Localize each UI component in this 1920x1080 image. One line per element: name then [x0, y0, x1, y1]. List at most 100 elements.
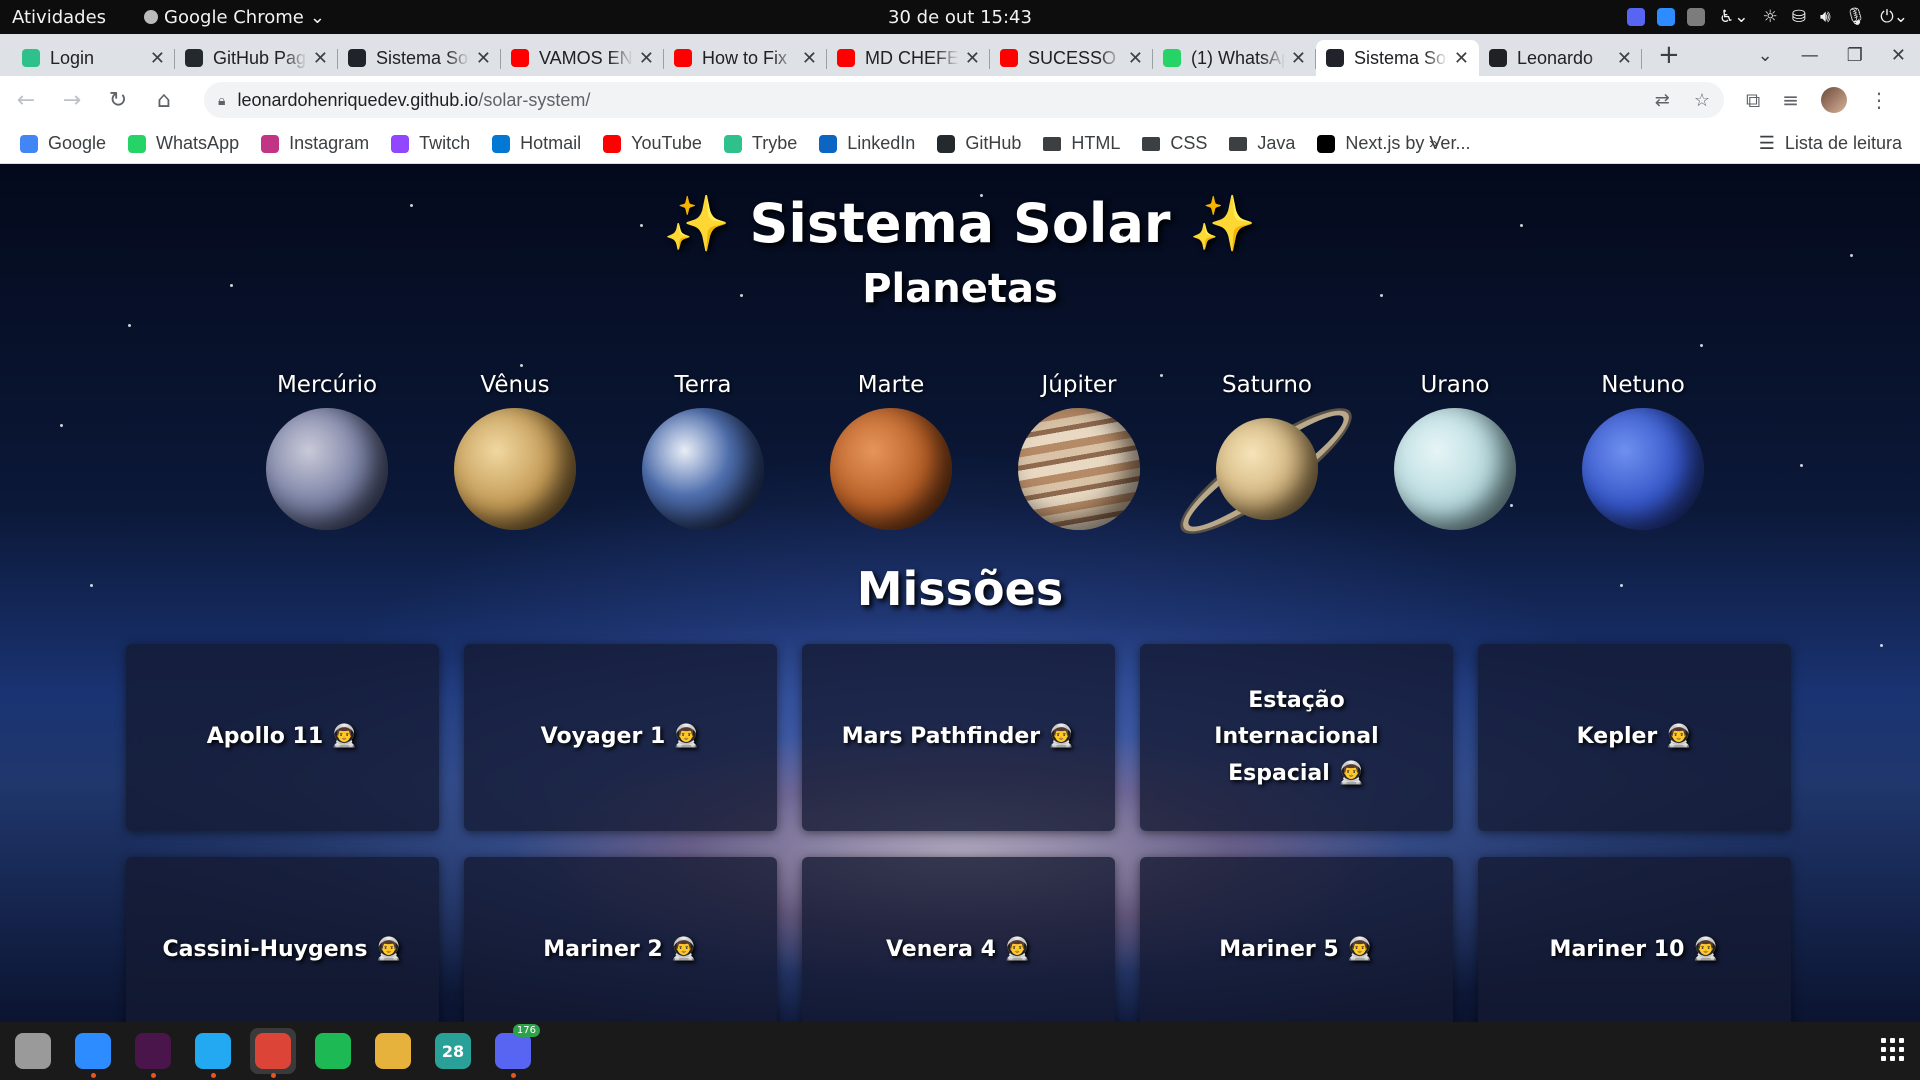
- close-tab-icon[interactable]: ✕: [313, 48, 328, 69]
- close-tab-icon[interactable]: ✕: [476, 48, 491, 69]
- running-indicator: [151, 1073, 156, 1078]
- planet-name: Terra: [674, 372, 732, 398]
- bookmark-star-icon[interactable]: ☆: [1694, 90, 1710, 111]
- close-tab-icon[interactable]: ✕: [1617, 48, 1632, 69]
- show-applications-icon[interactable]: [1881, 1038, 1904, 1061]
- bookmark-item[interactable]: GitHub: [937, 133, 1021, 154]
- reload-button[interactable]: ↻: [106, 88, 130, 113]
- planet-card[interactable]: Netuno: [1549, 372, 1737, 530]
- dock-app[interactable]: [70, 1028, 116, 1078]
- browser-tab[interactable]: GitHub Pages ✕: [175, 40, 338, 76]
- bookmark-item[interactable]: WhatsApp: [128, 133, 239, 154]
- profile-avatar[interactable]: [1821, 87, 1848, 113]
- mission-card[interactable]: Mars Pathfinder 👨‍🚀: [802, 644, 1115, 831]
- youtube-icon: [674, 49, 692, 67]
- app-menu[interactable]: Google Chrome ⌄: [144, 7, 325, 28]
- bookmark-item[interactable]: Trybe: [723, 133, 797, 154]
- planet-image: [1018, 408, 1140, 530]
- mission-card[interactable]: Venera 4 👨‍🚀: [802, 857, 1115, 1022]
- maximize-button[interactable]: ❐: [1847, 45, 1863, 66]
- close-tab-icon[interactable]: ✕: [1454, 48, 1469, 69]
- network-icon: ⛁: [1791, 7, 1806, 27]
- browser-tab[interactable]: Leonardo ✕: [1479, 40, 1642, 76]
- planet-name: Marte: [857, 372, 925, 398]
- bookmark-item[interactable]: HTML: [1043, 133, 1120, 154]
- zoom-icon: [75, 1033, 111, 1069]
- mission-card[interactable]: Cassini-Huygens 👨‍🚀: [126, 857, 439, 1022]
- minimize-button[interactable]: —: [1801, 45, 1819, 66]
- close-tab-icon[interactable]: ✕: [965, 48, 980, 69]
- close-tab-icon[interactable]: ✕: [1128, 48, 1143, 69]
- close-window-button[interactable]: ✕: [1891, 45, 1906, 66]
- slack-tray-icon[interactable]: [1687, 8, 1705, 26]
- translate-icon[interactable]: ⇄: [1655, 90, 1670, 111]
- notification-badge: 176: [512, 1024, 540, 1037]
- dock-app[interactable]: [130, 1028, 176, 1078]
- mission-card[interactable]: Apollo 11 👨‍🚀: [126, 644, 439, 831]
- dock-app[interactable]: [370, 1028, 416, 1074]
- browser-tab[interactable]: Sistema Solar ✕: [1316, 40, 1479, 76]
- planet-card[interactable]: Urano: [1361, 372, 1549, 530]
- browser-tab[interactable]: Sistema Solar ✕: [338, 40, 501, 76]
- zoom-tray-icon[interactable]: [1657, 8, 1675, 26]
- browser-tab[interactable]: MD CHEFE ✕: [827, 40, 990, 76]
- planet-card[interactable]: Júpiter: [985, 372, 1173, 530]
- browser-tab[interactable]: VAMOS ENTENDER ✕: [501, 40, 664, 76]
- close-tab-icon[interactable]: ✕: [639, 48, 654, 69]
- dock-app[interactable]: 28: [430, 1028, 476, 1074]
- bookmark-item[interactable]: CSS: [1142, 133, 1207, 154]
- browser-tab[interactable]: How to Fix ✕: [664, 40, 827, 76]
- bookmark-item[interactable]: LinkedIn: [819, 133, 915, 154]
- address-bar[interactable]: 🔒︎ leonardohenriquedev.github.io/solar-s…: [204, 82, 1724, 118]
- activities-button[interactable]: Atividades: [12, 7, 106, 28]
- mission-card[interactable]: Mariner 10 👨‍🚀: [1478, 857, 1791, 1022]
- back-button[interactable]: ←: [14, 88, 38, 113]
- planet-card[interactable]: Saturno: [1170, 372, 1362, 548]
- mission-card[interactable]: Voyager 1 👨‍🚀: [464, 644, 777, 831]
- close-tab-icon[interactable]: ✕: [1291, 48, 1306, 69]
- planet-card[interactable]: Vênus: [421, 372, 609, 530]
- power-icon[interactable]: ⏻⌄: [1880, 7, 1908, 27]
- planet-card[interactable]: Marte: [797, 372, 985, 530]
- more-bookmarks-button[interactable]: »: [1429, 135, 1438, 153]
- mission-card[interactable]: Kepler 👨‍🚀: [1478, 644, 1791, 831]
- new-tab-button[interactable]: +: [1658, 40, 1680, 70]
- tab-search-icon[interactable]: ⌄: [1758, 45, 1773, 66]
- mission-card[interactable]: Mariner 5 👨‍🚀: [1140, 857, 1453, 1022]
- close-tab-icon[interactable]: ✕: [802, 48, 817, 69]
- browser-tab[interactable]: Login ✕: [12, 40, 175, 76]
- close-tab-icon[interactable]: ✕: [150, 48, 165, 69]
- planet-name: Urano: [1420, 372, 1490, 398]
- dock-app[interactable]: [190, 1028, 236, 1078]
- dock-app[interactable]: [250, 1028, 296, 1078]
- lock-icon[interactable]: 🔒︎: [218, 92, 225, 109]
- kebab-menu-icon[interactable]: ⋮: [1869, 88, 1889, 112]
- bookmark-item[interactable]: Next.js by Ver...: [1317, 133, 1470, 154]
- dock-app[interactable]: 176: [490, 1024, 540, 1078]
- bookmark-item[interactable]: Twitch: [391, 133, 470, 154]
- planet-card[interactable]: Mercúrio: [233, 372, 421, 530]
- dock-app[interactable]: [310, 1028, 356, 1074]
- mission-card[interactable]: Estação Internacional Espacial 👨‍🚀: [1140, 644, 1453, 831]
- extensions-icon[interactable]: ⧉: [1746, 88, 1760, 112]
- dock-app[interactable]: [10, 1028, 56, 1074]
- running-indicator: [271, 1073, 276, 1078]
- planet-name: Saturno: [1222, 372, 1312, 398]
- planet-name: Vênus: [480, 372, 550, 398]
- bookmark-item[interactable]: YouTube: [603, 133, 702, 154]
- planet-card[interactable]: Terra: [609, 372, 797, 530]
- home-button[interactable]: ⌂: [152, 88, 176, 113]
- browser-tab[interactable]: SUCESSO ✕: [990, 40, 1153, 76]
- browser-tab[interactable]: (1) WhatsApp ✕: [1153, 40, 1316, 76]
- tab-title: MD CHEFE: [865, 47, 959, 68]
- bookmark-item[interactable]: Java: [1229, 133, 1295, 154]
- mission-card[interactable]: Mariner 2 👨‍🚀: [464, 857, 777, 1022]
- bookmark-item[interactable]: Hotmail: [492, 133, 581, 154]
- discord-tray-icon[interactable]: [1627, 8, 1645, 26]
- bookmark-item[interactable]: Google: [20, 133, 106, 154]
- bookmark-item[interactable]: Instagram: [261, 133, 369, 154]
- forward-button[interactable]: →: [60, 88, 84, 113]
- accessibility-icon[interactable]: ♿︎⌄: [1719, 7, 1748, 27]
- media-control-icon[interactable]: ≡: [1782, 88, 1799, 112]
- reading-list-button[interactable]: ☰ Lista de leitura: [1759, 133, 1902, 154]
